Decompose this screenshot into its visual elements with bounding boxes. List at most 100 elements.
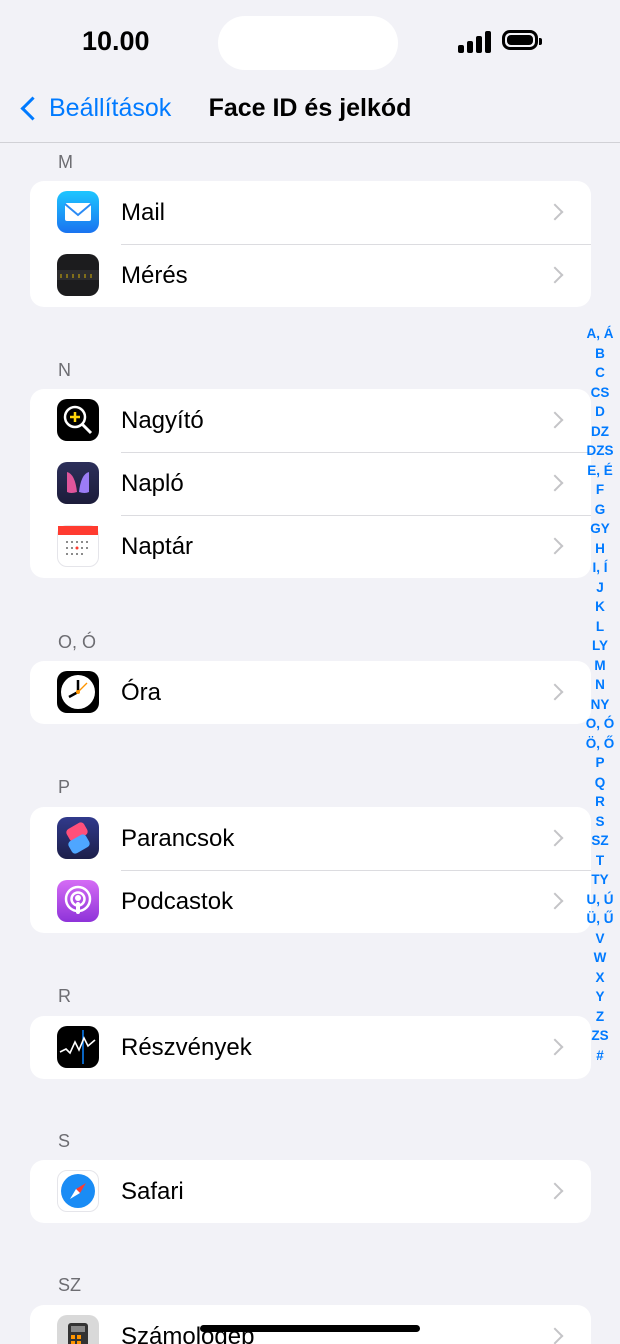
index-letter[interactable]: S	[580, 812, 620, 832]
list-item-nagyito[interactable]: Nagyító	[30, 389, 591, 452]
chevron-right-icon	[546, 266, 564, 284]
index-letter[interactable]: G	[580, 500, 620, 520]
chevron-right-icon	[546, 537, 564, 555]
list-item-label: Mail	[121, 198, 166, 226]
list-item-parancsok[interactable]: Parancsok	[30, 807, 591, 870]
list-item-label: Parancsok	[121, 824, 235, 852]
safari-icon	[57, 1170, 99, 1212]
index-letter[interactable]: A, Á	[580, 324, 620, 344]
section-header: O, Ó	[58, 632, 97, 652]
list-item-label: Mérés	[121, 261, 188, 289]
index-letter[interactable]: Z	[580, 1007, 620, 1027]
index-letter[interactable]: N	[580, 675, 620, 695]
index-letter[interactable]: DZS	[580, 441, 620, 461]
separator	[121, 515, 591, 516]
section-header: P	[58, 777, 71, 797]
separator	[121, 452, 591, 453]
index-letter[interactable]: B	[580, 344, 620, 364]
index-letter[interactable]: Ü, Ű	[580, 909, 620, 929]
section-group: Safari	[30, 1160, 591, 1223]
index-letter[interactable]: T	[580, 851, 620, 871]
section-index[interactable]: A, Á B C CS D DZ DZS E, É F G GY H I, Í J K L LY M N NY O, Ó…	[580, 324, 620, 1065]
section-header: S	[58, 1131, 71, 1151]
screen: 10.00 Face ID és jelkód Beállítások M Ma…	[0, 0, 620, 1344]
list-item-label: Naptár	[121, 532, 194, 560]
dynamic-island	[218, 16, 398, 70]
index-letter[interactable]: C	[580, 363, 620, 383]
chevron-right-icon	[546, 1182, 564, 1200]
index-letter[interactable]: V	[580, 929, 620, 949]
index-letter[interactable]: GY	[580, 519, 620, 539]
index-letter[interactable]: P	[580, 753, 620, 773]
calendar-icon	[57, 525, 99, 567]
list-item-label: Nagyító	[121, 406, 204, 434]
list-item-label: Safari	[121, 1177, 184, 1205]
list-item-label: Podcastok	[121, 887, 234, 915]
index-letter[interactable]: X	[580, 968, 620, 988]
list-item-reszvenyek[interactable]: Részvények	[30, 1016, 591, 1079]
list-item-label: Részvények	[121, 1033, 252, 1061]
mail-icon	[57, 191, 99, 233]
index-letter[interactable]: F	[580, 480, 620, 500]
section-group: Részvények	[30, 1016, 591, 1079]
chevron-right-icon	[546, 829, 564, 847]
chevron-right-icon	[546, 411, 564, 429]
home-indicator[interactable]	[200, 1325, 420, 1332]
section-group: Óra	[30, 661, 591, 724]
chevron-right-icon	[546, 203, 564, 221]
chevron-right-icon	[546, 683, 564, 701]
index-letter[interactable]: Q	[580, 773, 620, 793]
chevron-right-icon	[546, 1038, 564, 1056]
index-letter[interactable]: E, É	[580, 461, 620, 481]
section-group: Parancsok Podcastok	[30, 807, 591, 933]
index-letter[interactable]: R	[580, 792, 620, 812]
index-letter[interactable]: NY	[580, 695, 620, 715]
clock-icon	[57, 671, 99, 713]
list-item-label: Napló	[121, 469, 184, 497]
battery-icon	[502, 30, 542, 50]
index-letter[interactable]: U, Ú	[580, 890, 620, 910]
index-letter[interactable]: SZ	[580, 831, 620, 851]
index-letter[interactable]: K	[580, 597, 620, 617]
back-button[interactable]: Beállítások	[18, 94, 171, 123]
index-letter[interactable]: O, Ó	[580, 714, 620, 734]
section-header: SZ	[58, 1275, 82, 1295]
list-item-safari[interactable]: Safari	[30, 1160, 591, 1223]
podcasts-icon	[57, 880, 99, 922]
index-letter[interactable]: L	[580, 617, 620, 637]
list-item-mail[interactable]: Mail	[30, 181, 591, 244]
index-letter[interactable]: Y	[580, 987, 620, 1007]
list-item-podcastok[interactable]: Podcastok	[30, 870, 591, 933]
separator	[121, 244, 591, 245]
measure-icon	[57, 254, 99, 296]
index-letter[interactable]: Ö, Ő	[580, 734, 620, 754]
list-item-naplo[interactable]: Napló	[30, 452, 591, 515]
signal-icon	[458, 31, 492, 53]
status-bar: 10.00	[0, 0, 620, 90]
index-letter[interactable]: D	[580, 402, 620, 422]
index-letter[interactable]: I, Í	[580, 558, 620, 578]
index-letter[interactable]: M	[580, 656, 620, 676]
chevron-left-icon	[20, 96, 45, 121]
section-header: R	[58, 986, 71, 1006]
index-letter[interactable]: W	[580, 948, 620, 968]
index-letter[interactable]: TY	[580, 870, 620, 890]
index-letter[interactable]: DZ	[580, 422, 620, 442]
status-time: 10.00	[82, 26, 150, 56]
list-item-meres[interactable]: Mérés	[30, 244, 591, 307]
section-header: M	[58, 152, 73, 172]
index-letter[interactable]: LY	[580, 636, 620, 656]
magnifier-icon	[57, 399, 99, 441]
separator	[121, 870, 591, 871]
chevron-right-icon	[546, 474, 564, 492]
list-item-label: Óra	[121, 678, 162, 706]
index-letter[interactable]: J	[580, 578, 620, 598]
calculator-icon	[57, 1315, 99, 1344]
index-letter[interactable]: #	[580, 1046, 620, 1066]
section-header: N	[58, 360, 71, 380]
index-letter[interactable]: CS	[580, 383, 620, 403]
list-item-ora[interactable]: Óra	[30, 661, 591, 724]
list-item-naptar[interactable]: Naptár	[30, 515, 591, 578]
index-letter[interactable]: H	[580, 539, 620, 559]
index-letter[interactable]: ZS	[580, 1026, 620, 1046]
